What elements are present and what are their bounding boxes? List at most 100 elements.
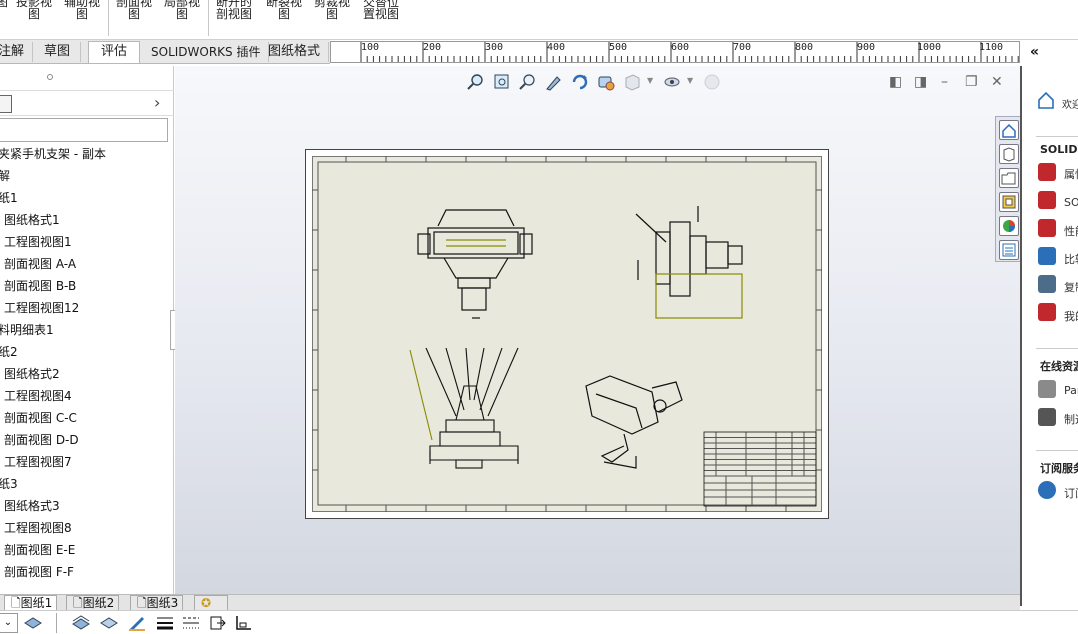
solidworks-icon[interactable] [1038, 191, 1056, 209]
tab-evaluate[interactable]: 评估 [88, 41, 141, 63]
section-view-button[interactable]: 剖面视图 [112, 0, 156, 20]
tree-item-sheet1[interactable]: 纸1 [0, 188, 18, 208]
subscription-icon[interactable] [1038, 481, 1056, 499]
tree-item-part[interactable]: 夹紧手机支架 - 副本 [0, 144, 106, 164]
ribbon-item-0[interactable]: 图 [0, 0, 10, 8]
copy-settings-icon[interactable] [1038, 275, 1056, 293]
line-color-icon[interactable] [128, 615, 146, 631]
sheet-icon: 🗋 [73, 596, 83, 610]
home-icon[interactable] [999, 120, 1019, 140]
tree-item-drawing-view12[interactable]: 工程图视图12 [4, 298, 79, 318]
task-link[interactable]: Par [1064, 384, 1078, 397]
alternate-position-view-button[interactable]: 交替位 置视图 [358, 0, 404, 20]
my-products-icon[interactable] [1038, 303, 1056, 321]
view-palette-icon[interactable] [999, 192, 1019, 212]
collapse-panel-button[interactable]: « [1022, 40, 1078, 64]
previous-sheet-icon[interactable]: ◧ [889, 74, 902, 90]
chevron-down-icon[interactable]: ▼ [687, 76, 693, 85]
restore-icon[interactable]: ❐ [965, 74, 978, 90]
tab-solidworks-addins[interactable]: SOLIDWORKS 插件 [143, 42, 270, 62]
tree-item-section-ff[interactable]: 剖面视图 F-F [4, 562, 74, 582]
hide-show-items-icon[interactable] [663, 73, 681, 91]
dynamic-annotation-icon[interactable] [545, 73, 563, 91]
line-thickness-icon[interactable] [156, 615, 174, 631]
appearance-icon[interactable] [703, 73, 721, 91]
line-style-icon[interactable] [182, 615, 200, 631]
task-link[interactable]: 比较 [1064, 251, 1078, 267]
projected-view-button[interactable]: 投影视图 [12, 0, 56, 20]
chevron-down-icon[interactable]: ⌄ [0, 613, 18, 633]
next-sheet-icon[interactable]: ◨ [914, 74, 927, 90]
tree-item-section-ee[interactable]: 剖面视图 E-E [4, 540, 75, 560]
task-link[interactable]: 我的 [1064, 308, 1078, 324]
display-style-icon[interactable] [623, 73, 641, 91]
tab-sketch[interactable]: 草图 [34, 42, 82, 62]
tree-item-bom1[interactable]: 料明细表1 [0, 320, 54, 340]
task-link[interactable]: SO [1064, 196, 1078, 209]
zoom-to-fit-icon[interactable] [467, 73, 485, 91]
custom-properties-icon[interactable] [999, 240, 1019, 260]
task-link[interactable]: 复制 [1064, 279, 1078, 295]
tree-item-drawing-view7[interactable]: 工程图视图7 [4, 452, 72, 472]
task-link[interactable]: 属性 [1064, 166, 1078, 182]
ruler-label: 900 [857, 42, 876, 53]
layer-icon[interactable] [24, 615, 42, 631]
tree-item-sheet2[interactable]: 纸2 [0, 342, 18, 362]
previous-view-icon[interactable] [519, 73, 537, 91]
task-link[interactable]: 制造 [1064, 411, 1078, 427]
tree-item-drawing-view1[interactable]: 工程图视图1 [4, 232, 72, 252]
tree-item-drawing-view4[interactable]: 工程图视图4 [4, 386, 72, 406]
tree-item-sheet3[interactable]: 纸3 [0, 474, 18, 494]
tab-sheet-format[interactable]: 图纸格式 [260, 42, 330, 62]
file-explorer-icon[interactable] [999, 168, 1019, 188]
break-view-button[interactable]: 断裂视图 [262, 0, 306, 20]
chevron-right-icon[interactable]: › [154, 93, 160, 112]
ruler-label: 1100 [979, 42, 1004, 53]
performance-icon[interactable] [1038, 219, 1056, 237]
sheet-tab-3[interactable]: 🗋图纸3 [130, 595, 184, 611]
splitter-handle[interactable] [47, 74, 53, 80]
tree-item-section-cc[interactable]: 剖面视图 C-C [4, 408, 77, 428]
drawing-sheet[interactable] [305, 149, 829, 519]
tree-item-sheet-format3[interactable]: 图纸格式3 [4, 496, 60, 516]
zoom-to-area-icon[interactable] [493, 73, 511, 91]
chevron-down-icon[interactable]: ▼ [647, 76, 653, 85]
layer-properties-icon[interactable] [72, 615, 90, 631]
minimize-icon[interactable]: – [941, 74, 948, 90]
task-link[interactable]: 性能 [1064, 223, 1078, 239]
welcome-label[interactable]: 欢迎 [1062, 96, 1078, 111]
home-icon[interactable] [1036, 90, 1056, 110]
tree-item-drawing-view8[interactable]: 工程图视图8 [4, 518, 72, 538]
task-link[interactable]: 订阅 [1064, 485, 1078, 501]
crop-view-button[interactable]: 剪裁视图 [310, 0, 354, 20]
apply-scene-icon[interactable] [597, 73, 615, 91]
color-display-mode-icon[interactable] [234, 615, 252, 631]
sheet-tab-1[interactable]: 🗋图纸1 [4, 595, 58, 611]
detail-view-button[interactable]: 局部视图 [160, 0, 204, 20]
compare-icon[interactable] [1038, 247, 1056, 265]
design-library-icon[interactable] [999, 144, 1019, 164]
manufacturing-icon[interactable] [1038, 408, 1056, 426]
rotate-view-icon[interactable] [571, 73, 589, 91]
tree-item-annotations[interactable]: 解 [0, 166, 10, 186]
tree-item-section-dd[interactable]: 剖面视图 D-D [4, 430, 79, 450]
tree-item-section-bb[interactable]: 剖面视图 B-B [4, 276, 76, 296]
auxiliary-view-button[interactable]: 辅助视图 [60, 0, 104, 20]
sheet-tab-2[interactable]: 🗋图纸2 [66, 595, 120, 611]
properties-icon[interactable] [1038, 163, 1056, 181]
hide-show-edges-icon[interactable] [208, 615, 226, 631]
ruler-label: 1000 [917, 42, 942, 53]
close-icon[interactable]: ✕ [991, 74, 1003, 90]
broken-out-section-button[interactable]: 断开的 剖视图 [212, 0, 256, 20]
partner-icon[interactable] [1038, 380, 1056, 398]
divider [1036, 348, 1078, 349]
filter-input[interactable] [0, 118, 168, 142]
tree-item-sheet-format2[interactable]: 图纸格式2 [4, 364, 60, 384]
tree-item-section-aa[interactable]: 剖面视图 A-A [4, 254, 76, 274]
appearances-icon[interactable] [999, 216, 1019, 236]
add-sheet-button[interactable]: ✪ [194, 595, 228, 611]
tab-annotation[interactable]: 注解 [0, 42, 34, 62]
layer-stack-icon[interactable] [100, 615, 118, 631]
tree-item-sheet-format1[interactable]: 图纸格式1 [4, 210, 60, 230]
feature-manager-tab-icon[interactable] [0, 95, 12, 113]
